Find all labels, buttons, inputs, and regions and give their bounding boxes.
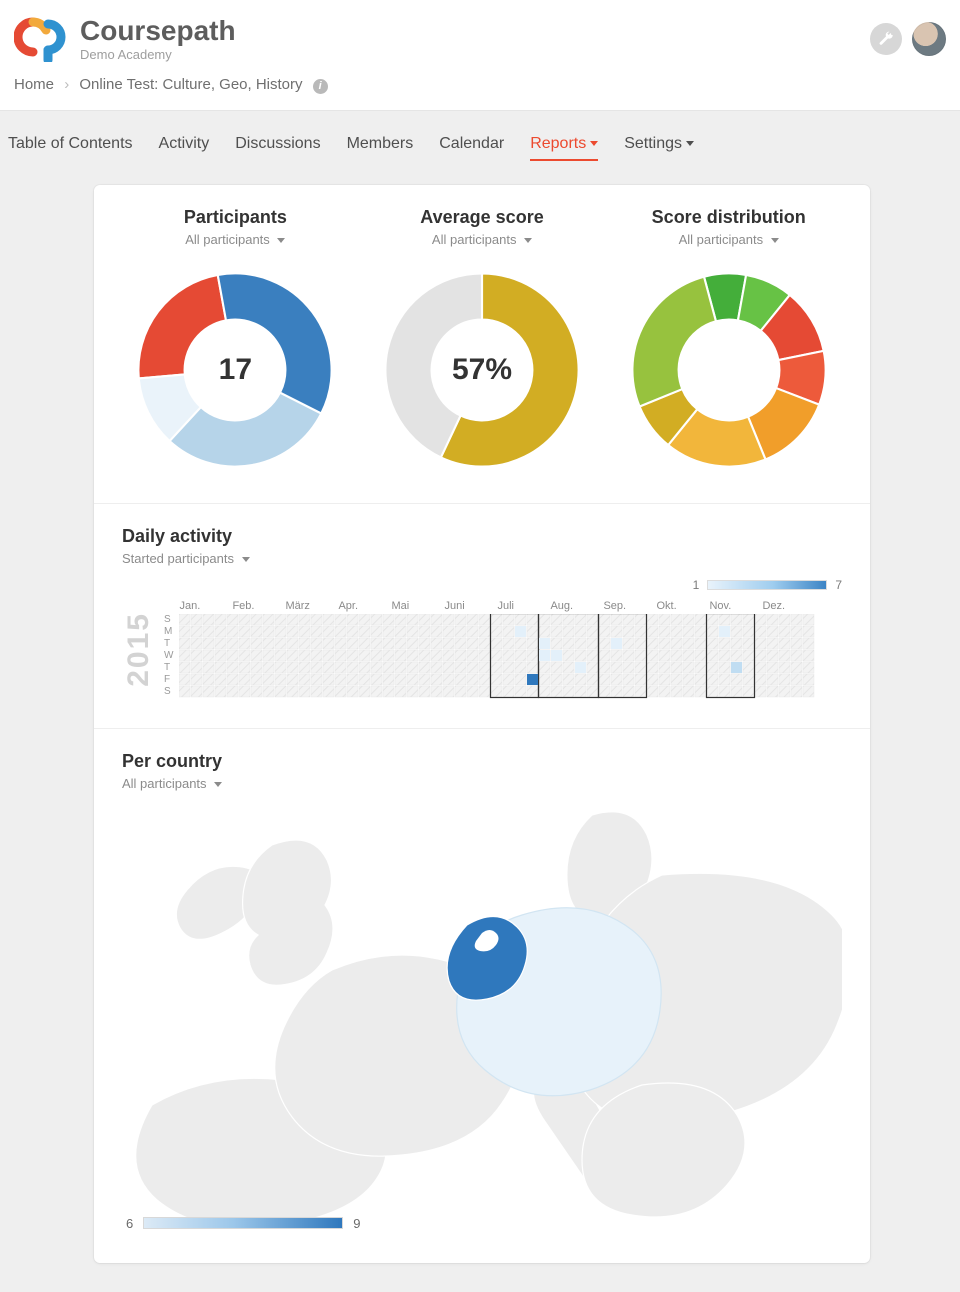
month-label: Dez. (762, 600, 815, 614)
info-icon[interactable]: i (313, 79, 328, 94)
average-score-center-value: 57% (377, 265, 587, 475)
chevron-down-icon (242, 557, 250, 562)
wrench-icon (878, 31, 894, 47)
participants-filter-label: All participants (185, 232, 270, 247)
logo-icon (14, 16, 70, 62)
average-score-filter-label: All participants (432, 232, 517, 247)
per-country-legend: 6 9 (126, 1216, 360, 1231)
legend-gradient (143, 1217, 343, 1229)
per-country-filter-label: All participants (122, 776, 207, 791)
scale-min: 1 (693, 578, 700, 592)
calendar-year: 2015 (122, 612, 156, 687)
dow-label: W (164, 650, 173, 662)
tab-table-of-contents[interactable]: Table of Contents (8, 135, 133, 161)
tab-members[interactable]: Members (347, 135, 414, 161)
dow-label: M (164, 626, 173, 638)
breadcrumb-home[interactable]: Home (14, 76, 54, 93)
score-distribution-donut (624, 265, 834, 475)
per-country-title: Per country (122, 751, 842, 772)
daily-activity-filter[interactable]: Started participants (122, 551, 842, 566)
settings-gear-button[interactable] (870, 23, 902, 55)
dow-label: T (164, 662, 173, 674)
scale-max: 7 (835, 578, 842, 592)
breadcrumb: Home › Online Test: Culture, Geo, Histor… (0, 72, 960, 111)
course-tabs: Table of Contents Activity Discussions M… (0, 111, 960, 179)
country-uk (243, 840, 333, 985)
scale-gradient (707, 580, 827, 590)
user-avatar[interactable] (912, 22, 946, 56)
dow-label: T (164, 638, 173, 650)
dow-label: F (164, 674, 173, 686)
month-label: Feb. (232, 600, 285, 614)
daily-activity-title: Daily activity (122, 526, 842, 547)
chevron-down-icon (686, 141, 694, 146)
day-of-week-labels: SMTWTFS (164, 614, 173, 698)
month-label: Jan. (179, 600, 232, 614)
per-country-filter[interactable]: All participants (122, 776, 842, 791)
legend-min: 6 (126, 1216, 133, 1231)
brand-subtitle: Demo Academy (80, 47, 236, 62)
chevron-down-icon (214, 782, 222, 787)
average-score-card: Average score All participants 57% (369, 207, 596, 475)
month-label: Juli (497, 600, 550, 614)
daily-activity-heatmap (179, 614, 815, 700)
participants-title: Participants (122, 207, 349, 228)
month-label: Okt. (656, 600, 709, 614)
score-distribution-title: Score distribution (615, 207, 842, 228)
chevron-down-icon (277, 238, 285, 243)
tab-settings-label: Settings (624, 135, 682, 152)
brand: Coursepath Demo Academy (14, 16, 236, 62)
chevron-down-icon (524, 238, 532, 243)
month-label: Nov. (709, 600, 762, 614)
europe-map (122, 805, 842, 1235)
tab-reports[interactable]: Reports (530, 135, 598, 161)
daily-activity-scale: 1 7 (122, 578, 842, 592)
tab-settings[interactable]: Settings (624, 135, 694, 161)
tab-reports-label: Reports (530, 135, 586, 152)
chevron-down-icon (771, 238, 779, 243)
participants-card: Participants All participants 17 (122, 207, 349, 475)
month-label: Mai (391, 600, 444, 614)
month-labels: Jan.Feb.MärzApr.MaiJuniJuliAug.Sep.Okt.N… (179, 600, 815, 614)
legend-max: 9 (353, 1216, 360, 1231)
average-score-filter[interactable]: All participants (369, 232, 596, 247)
participants-center-value: 17 (130, 265, 340, 475)
month-label: Juni (444, 600, 497, 614)
month-label: Aug. (550, 600, 603, 614)
month-label: März (285, 600, 338, 614)
tab-activity[interactable]: Activity (159, 135, 210, 161)
brand-title: Coursepath (80, 17, 236, 45)
score-distribution-card: Score distribution All participants (615, 207, 842, 475)
chevron-right-icon: › (64, 76, 69, 93)
participants-filter[interactable]: All participants (122, 232, 349, 247)
score-distribution-filter[interactable]: All participants (615, 232, 842, 247)
breadcrumb-page: Online Test: Culture, Geo, History (79, 76, 302, 93)
daily-activity-section: Daily activity Started participants 1 7 … (94, 503, 870, 728)
dow-label: S (164, 686, 173, 698)
chevron-down-icon (590, 141, 598, 146)
dow-label: S (164, 614, 173, 626)
tab-discussions[interactable]: Discussions (235, 135, 320, 161)
score-distribution-filter-label: All participants (679, 232, 764, 247)
daily-activity-filter-label: Started participants (122, 551, 234, 566)
average-score-title: Average score (369, 207, 596, 228)
month-label: Sep. (603, 600, 656, 614)
per-country-section: Per country All participants 6 (94, 728, 870, 1263)
month-label: Apr. (338, 600, 391, 614)
tab-calendar[interactable]: Calendar (439, 135, 504, 161)
